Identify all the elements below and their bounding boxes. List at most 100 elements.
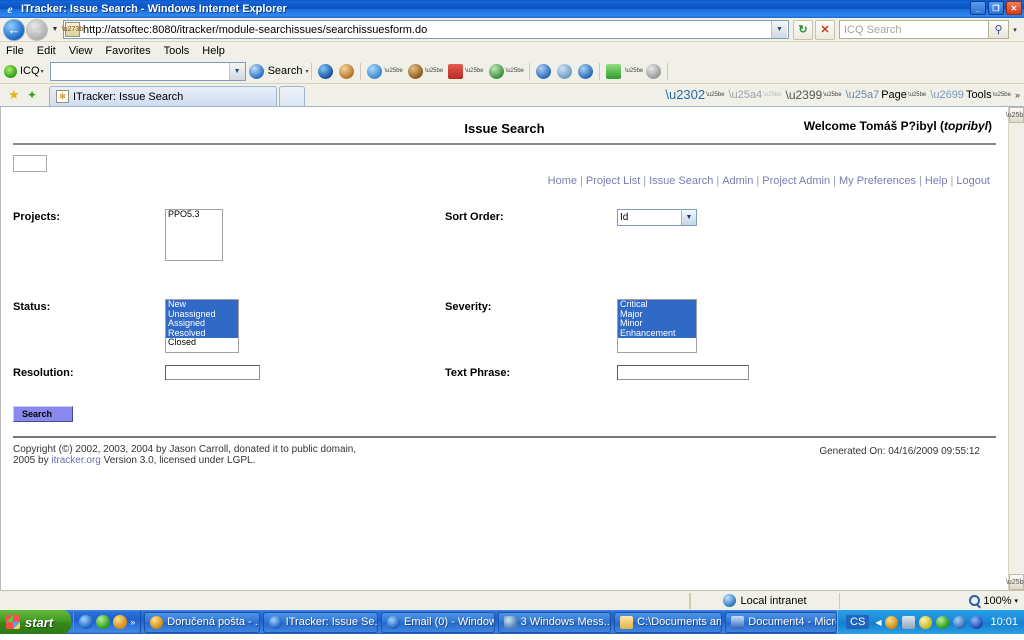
icq-search-button-caret-icon[interactable]: ▾ xyxy=(305,68,308,75)
icq-globe-icon[interactable] xyxy=(315,61,336,82)
browser-tab-itracker[interactable]: ✻ ITracker: Issue Search xyxy=(49,86,277,106)
icq-search-caret-icon[interactable]: ▾ xyxy=(1009,26,1021,34)
list-option[interactable]: PPO5.3 xyxy=(166,210,222,220)
back-button[interactable]: ← xyxy=(3,18,25,41)
address-bar[interactable]: \u273b http://atsoftec:8080/itracker/mod… xyxy=(62,20,789,39)
menu-file[interactable]: File xyxy=(6,45,24,57)
icq-userinfo-icon[interactable] xyxy=(575,61,596,82)
tray-security-icon[interactable] xyxy=(919,615,933,629)
nav-link-project-list[interactable]: Project List xyxy=(586,175,640,187)
new-tab-button[interactable] xyxy=(279,86,305,106)
icq-mail-icon[interactable]: \u25be xyxy=(445,61,485,82)
menu-edit[interactable]: Edit xyxy=(37,45,56,57)
menu-view[interactable]: View xyxy=(69,45,93,57)
page-scrollbar[interactable]: \u25b2 \u25bc xyxy=(1006,107,1024,590)
minimize-button[interactable]: _ xyxy=(970,1,986,15)
icq-notes-caret-icon[interactable]: \u25be xyxy=(625,68,643,74)
nav-link-issue-search[interactable]: Issue Search xyxy=(649,175,713,187)
icq-person-icon[interactable] xyxy=(336,61,357,82)
page-menu-button[interactable]: \u25a7 Page \u25be xyxy=(844,85,929,104)
icq-games-icon[interactable]: \u25be xyxy=(486,61,526,82)
refresh-button[interactable]: ↻ xyxy=(793,19,813,40)
add-to-favorites-icon[interactable]: ✦ xyxy=(23,86,41,104)
chevron-down-icon[interactable]: ▼ xyxy=(681,210,696,225)
tray-wifi-icon[interactable] xyxy=(936,615,950,629)
icq-brand-button[interactable]: ICQ ▾ xyxy=(4,64,44,78)
projects-listbox[interactable]: PPO5.3 xyxy=(165,209,223,261)
stop-button[interactable]: ✕ xyxy=(815,19,835,40)
scroll-up-button[interactable]: \u25b2 xyxy=(1006,107,1024,123)
chevron-down-icon[interactable]: \u25be xyxy=(425,68,443,74)
text-phrase-input[interactable] xyxy=(617,365,749,380)
icq-extra-icon[interactable] xyxy=(643,61,664,82)
resolution-input[interactable] xyxy=(165,365,260,380)
forward-button[interactable]: → xyxy=(26,18,48,41)
taskbar-item-dorucena-posta[interactable]: Doručená pošta - ... xyxy=(144,611,260,633)
show-desktop-icon[interactable] xyxy=(96,615,111,629)
address-dropdown-icon[interactable]: ▼ xyxy=(771,21,787,38)
menu-tools[interactable]: Tools xyxy=(164,45,190,57)
chevron-down-icon[interactable]: \u25be xyxy=(706,92,724,98)
list-option[interactable]: Closed xyxy=(166,338,238,348)
taskbar-item-windows-messenger[interactable]: 3 Windows Mess... \u25be xyxy=(497,611,612,633)
icq-finduser-icon[interactable] xyxy=(554,61,575,82)
chevron-down-icon[interactable]: \u25be xyxy=(384,68,402,74)
tray-icq-icon[interactable] xyxy=(885,615,899,629)
menu-favorites[interactable]: Favorites xyxy=(105,45,150,57)
tray-bluetooth-icon[interactable] xyxy=(970,615,984,629)
chevron-down-icon[interactable]: \u25be xyxy=(465,68,483,74)
quicklaunch-overflow-icon[interactable]: » xyxy=(130,617,135,627)
icq-quicklaunch-icon[interactable] xyxy=(113,615,128,629)
tray-update-icon[interactable] xyxy=(953,615,967,629)
icq-contacts-icon[interactable]: \u25be xyxy=(405,61,445,82)
scroll-down-button[interactable]: \u25bc xyxy=(1006,574,1024,590)
taskbar-item-itracker[interactable]: ITracker: Issue Se... xyxy=(262,611,379,633)
window-titlebar[interactable]: e ITracker: Issue Search - Windows Inter… xyxy=(0,0,1024,18)
icq-brand-caret-icon[interactable]: ▾ xyxy=(41,68,44,75)
chevron-down-icon[interactable]: \u25be xyxy=(993,92,1011,98)
tray-network-icon[interactable] xyxy=(902,615,916,629)
menu-help[interactable]: Help xyxy=(202,45,225,57)
itracker-org-link[interactable]: itracker.org xyxy=(51,455,100,466)
toolbar-overflow-icon[interactable]: » xyxy=(1015,90,1020,100)
icq-adduser-icon[interactable] xyxy=(533,61,554,82)
close-button[interactable]: ✕ xyxy=(1006,1,1022,15)
nav-link-logout[interactable]: Logout xyxy=(956,175,990,187)
icq-toolbar-search-caret-icon[interactable]: ▼ xyxy=(228,62,245,80)
chevron-down-icon[interactable]: \u25be xyxy=(823,92,841,98)
nav-link-home[interactable]: Home xyxy=(548,175,577,187)
icq-toolbar-search-input[interactable]: ▼ xyxy=(49,61,246,81)
taskbar-item-documents[interactable]: C:\Documents and... xyxy=(614,611,723,633)
status-listbox[interactable]: New Unassigned Assigned Resolved Closed xyxy=(165,299,239,353)
zoom-control[interactable]: 100% ▾ xyxy=(969,595,1024,607)
zoom-caret-icon[interactable]: ▾ xyxy=(1014,597,1018,605)
icq-search-input[interactable]: ICQ Search xyxy=(839,20,989,39)
nav-link-my-preferences[interactable]: My Preferences xyxy=(839,175,916,187)
tools-menu-button[interactable]: \u2699 Tools \u25be xyxy=(928,85,1013,104)
icq-search-magnifier-icon[interactable]: ⚲ xyxy=(989,20,1009,39)
search-button[interactable]: Search xyxy=(13,406,73,422)
start-button[interactable]: start xyxy=(0,610,72,634)
system-clock[interactable]: 10:01 xyxy=(990,616,1018,628)
history-dropdown-icon[interactable]: ▼ xyxy=(49,26,61,33)
icq-chat-icon[interactable]: \u25be xyxy=(364,61,404,82)
show-hidden-icons-button[interactable]: ◀ xyxy=(875,618,881,627)
icq-notes-icon[interactable] xyxy=(603,61,624,82)
chevron-down-icon[interactable]: \u25be xyxy=(908,92,926,98)
ie-quicklaunch-icon[interactable] xyxy=(79,615,94,629)
favorites-center-icon[interactable]: ★ xyxy=(5,86,23,104)
print-button[interactable]: \u2399 \u25be xyxy=(784,85,844,104)
chevron-down-icon[interactable]: \u25be xyxy=(506,68,524,74)
severity-listbox[interactable]: Critical Major Minor Enhancement xyxy=(617,299,697,353)
restore-button[interactable]: ❐ xyxy=(988,1,1004,15)
feeds-button[interactable]: \u25a4 \u25be xyxy=(726,85,783,104)
home-button[interactable]: \u2302 \u25be xyxy=(663,85,726,104)
list-option[interactable]: Enhancement xyxy=(618,328,696,339)
sort-order-select[interactable]: Id ▼ xyxy=(617,209,697,226)
nav-link-project-admin[interactable]: Project Admin xyxy=(762,175,830,187)
nav-link-admin[interactable]: Admin xyxy=(722,175,753,187)
language-indicator[interactable]: CS xyxy=(846,615,870,629)
security-zone-pane[interactable]: Local intranet xyxy=(690,592,840,609)
taskbar-item-email[interactable]: Email (0) - Window... xyxy=(381,611,495,633)
nav-link-help[interactable]: Help xyxy=(925,175,948,187)
